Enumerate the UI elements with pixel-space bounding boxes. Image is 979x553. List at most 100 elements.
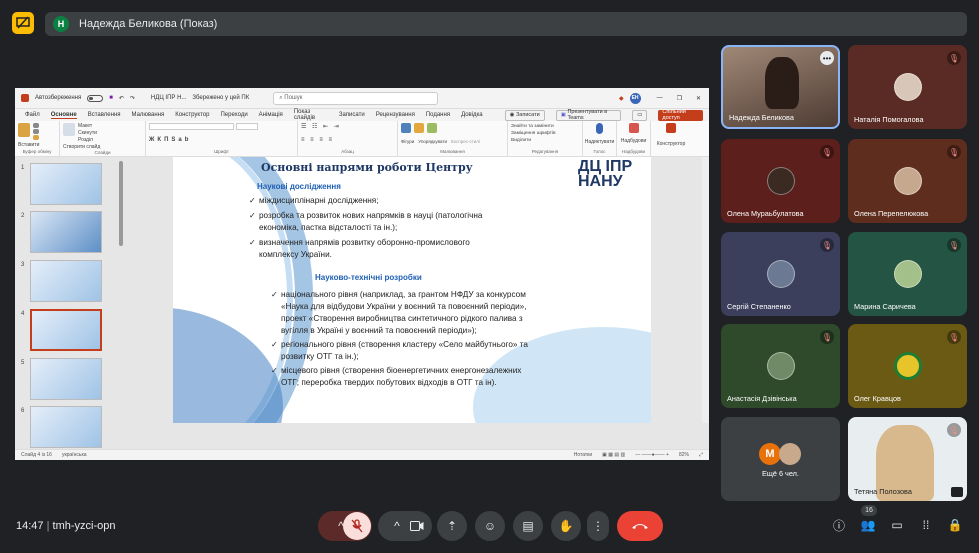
notes-button[interactable]: Нотатки <box>574 452 592 458</box>
present-button[interactable]: ⇡ <box>437 511 467 541</box>
dictate-label[interactable]: Надиктувати <box>585 139 615 145</box>
designer-icon[interactable] <box>666 123 676 133</box>
menu-design[interactable]: Конструктор <box>175 112 209 118</box>
slide-thumbnail-3[interactable] <box>30 260 102 302</box>
reactions-button[interactable]: ☺ <box>475 511 505 541</box>
format-painter-icon[interactable] <box>33 135 39 140</box>
warning-icon[interactable]: ◆ <box>619 95 624 102</box>
share-button[interactable]: Спільний доступ <box>658 109 703 121</box>
slide-thumbnail-4[interactable] <box>30 309 102 351</box>
shapes-icon[interactable] <box>401 123 411 133</box>
find-button[interactable]: Знайти та замінити <box>511 123 579 130</box>
current-slide[interactable]: Основні напрями роботи Центру ДЦ ІПР НАНУ… <box>173 157 651 423</box>
chat-button[interactable]: ▭ <box>888 516 906 534</box>
copy-icon[interactable] <box>33 129 39 134</box>
menu-transitions[interactable]: Переходи <box>220 112 247 118</box>
cut-icon[interactable] <box>33 123 39 128</box>
more-options-button[interactable]: ⋮ <box>587 511 609 541</box>
menu-file[interactable]: Файл <box>25 112 40 118</box>
minimize-icon[interactable]: — <box>657 95 663 101</box>
view-buttons[interactable]: ▣ ▦ ▤ ▥ <box>602 452 625 458</box>
align-icons[interactable]: ≡ ≡ ≡ ≡ <box>301 137 394 143</box>
font-size-select[interactable] <box>236 123 258 130</box>
group-addins: Надбудови Надбудови <box>617 121 651 156</box>
replace-fonts-button[interactable]: Заміщення шрифтів <box>511 130 579 137</box>
font-name-select[interactable] <box>149 123 234 130</box>
new-slide-icon[interactable] <box>63 123 75 136</box>
microphone-icon[interactable] <box>596 123 603 134</box>
menu-slideshow[interactable]: Показ слайдів <box>294 109 328 121</box>
chevron-up-icon[interactable]: ^ <box>394 519 400 533</box>
shapes-label[interactable]: Фігури <box>401 139 414 144</box>
font-format-icons[interactable]: ЖКПSab <box>149 137 294 143</box>
slides-label: Слайди <box>94 150 111 155</box>
close-icon[interactable]: ✕ <box>696 95 701 102</box>
people-button[interactable]: 👥 <box>859 516 877 534</box>
paste-icon[interactable] <box>18 123 30 137</box>
undo-icon[interactable]: ↶ <box>119 95 124 102</box>
user-avatar[interactable]: ЕН <box>629 92 641 104</box>
menu-home[interactable]: Основне <box>50 112 77 119</box>
quick-styles-label[interactable]: Експрес-стилі <box>451 139 480 144</box>
search-input[interactable]: ⌕ Пошук <box>273 91 439 105</box>
participant-tile-1[interactable]: ••• Надежда Беликова <box>721 45 840 129</box>
slide-thumbnail-6[interactable] <box>30 406 102 448</box>
thumbnail-scrollbar[interactable] <box>117 157 125 449</box>
addins-button-label[interactable]: Надбудови <box>621 138 647 144</box>
comments-button[interactable]: ▭ <box>632 109 648 121</box>
participant-tile-7[interactable]: 🎙 Анастасія Дзівінська <box>721 324 840 408</box>
arrange-icon[interactable] <box>414 123 424 133</box>
menu-review[interactable]: Рецензування <box>376 112 415 118</box>
zoom-slider[interactable]: — ——●—— + <box>635 452 669 458</box>
quick-styles-icon[interactable] <box>427 123 437 133</box>
slide-scrollbar[interactable] <box>702 157 709 423</box>
list-icons[interactable]: ☰ ☷ ⇤ ⇥ <box>301 123 394 130</box>
participant-tile-4[interactable]: 🎙 Олена Перепелюкова <box>848 139 967 223</box>
slide-thumbnail-5[interactable] <box>30 358 102 400</box>
raise-hand-button[interactable]: ✋ <box>551 511 581 541</box>
participant-tile-10[interactable]: 🎙 Тетяна Полозова <box>848 417 967 501</box>
select-button[interactable]: Виділити <box>511 137 579 144</box>
participant-tile-8[interactable]: 🎙 Олег Кравцов <box>848 324 967 408</box>
more-options-icon[interactable]: ••• <box>820 51 834 65</box>
participant-tile-3[interactable]: 🎙 Олена Мураьбулатова <box>721 139 840 223</box>
host-controls-button[interactable]: 🔒 <box>946 516 964 534</box>
menu-help[interactable]: Довідка <box>461 112 483 118</box>
leave-call-button[interactable] <box>617 511 663 541</box>
menu-view[interactable]: Подання <box>426 112 450 118</box>
arrange-label[interactable]: Упорядкувати <box>418 139 447 144</box>
paste-label[interactable]: Вставити <box>18 142 56 148</box>
zoom-level[interactable]: 82% <box>679 452 689 458</box>
fit-slide-icon[interactable]: ⤢ <box>699 452 703 458</box>
camera-button[interactable] <box>403 512 431 540</box>
activities-button[interactable]: ⁞⁞ <box>917 516 935 534</box>
menu-draw[interactable]: Малювання <box>132 112 165 118</box>
redo-icon[interactable]: ↷ <box>130 95 135 102</box>
layout-button[interactable]: Макет <box>78 123 97 130</box>
participant-tile-2[interactable]: 🎙 Наталія Помогалова <box>848 45 967 129</box>
record-button[interactable]: ◉ Записати <box>504 109 545 121</box>
autosave-toggle[interactable] <box>87 94 104 102</box>
menu-record[interactable]: Записати <box>339 112 365 118</box>
section-button[interactable]: Розділ <box>78 137 97 144</box>
designer-label[interactable]: Конструктор <box>657 141 686 147</box>
language-status[interactable]: українська <box>62 452 87 458</box>
slide-thumbnail-2[interactable] <box>30 211 102 253</box>
addins-icon[interactable] <box>628 123 639 133</box>
info-button[interactable]: ⓘ <box>830 516 848 534</box>
reset-button[interactable]: Скинути <box>78 130 97 137</box>
slide-thumbnail-1[interactable] <box>30 163 102 205</box>
teams-present-button[interactable]: ▣ Презентувати в Teams <box>555 109 622 121</box>
mic-off-button[interactable] <box>343 512 371 540</box>
menu-animation[interactable]: Анімація <box>259 112 283 118</box>
pip-icon[interactable] <box>951 487 963 497</box>
more-participants-tile[interactable]: М Ещё 6 чел. <box>721 417 840 501</box>
saved-status[interactable]: Збережено у цей ПК <box>192 95 249 101</box>
captions-button[interactable]: ▤ <box>513 511 543 541</box>
menu-insert[interactable]: Вставлення <box>88 112 121 118</box>
restore-icon[interactable]: ❐ <box>677 95 682 102</box>
presentation-icon[interactable] <box>12 12 34 34</box>
participant-tile-5[interactable]: 🎙 Сергій Степаненко <box>721 232 840 316</box>
save-icon[interactable]: ■ <box>109 95 113 101</box>
participant-tile-6[interactable]: 🎙 Марина Саричева <box>848 232 967 316</box>
